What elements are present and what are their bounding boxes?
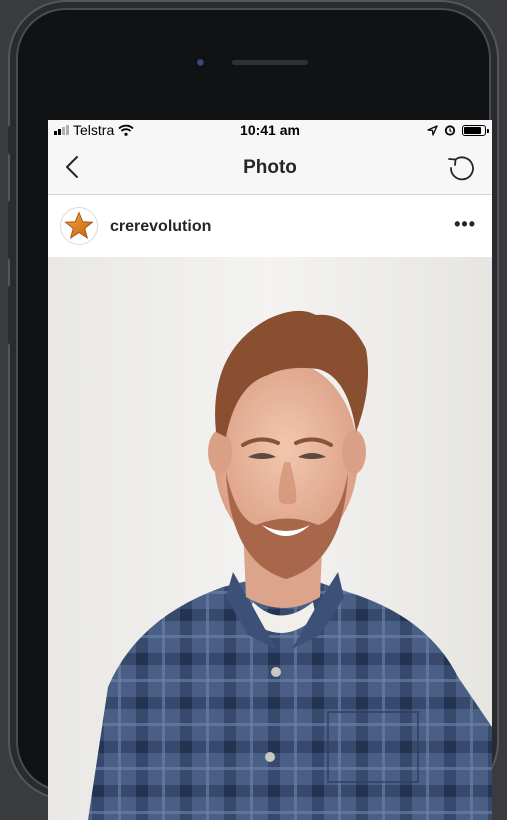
nav-bar: Photo	[48, 140, 492, 195]
page-title: Photo	[243, 157, 297, 178]
phone-frame: Telstra 10:41 am Photo crerevolution •••	[8, 0, 499, 820]
avatar[interactable]	[60, 207, 98, 245]
status-time: 10:41 am	[240, 122, 300, 138]
post-header: crerevolution •••	[48, 195, 492, 257]
post-photo[interactable]	[48, 257, 492, 820]
star-icon	[64, 211, 94, 239]
mute-switch	[8, 125, 14, 155]
volume-up-button	[8, 200, 14, 260]
post-username[interactable]: crerevolution	[110, 195, 211, 259]
refresh-icon[interactable]	[446, 153, 476, 183]
portrait-photo	[48, 257, 492, 820]
status-bar: Telstra 10:41 am	[48, 120, 492, 140]
volume-down-button	[8, 285, 14, 345]
status-right	[427, 120, 489, 140]
more-options-icon[interactable]: •••	[454, 215, 476, 233]
screen: Telstra 10:41 am Photo crerevolution •••	[48, 120, 492, 820]
location-arrow-icon	[427, 124, 438, 136]
front-camera	[195, 57, 207, 69]
battery-icon	[462, 124, 489, 136]
earpiece-speaker	[232, 60, 308, 65]
alarm-icon	[444, 125, 456, 136]
